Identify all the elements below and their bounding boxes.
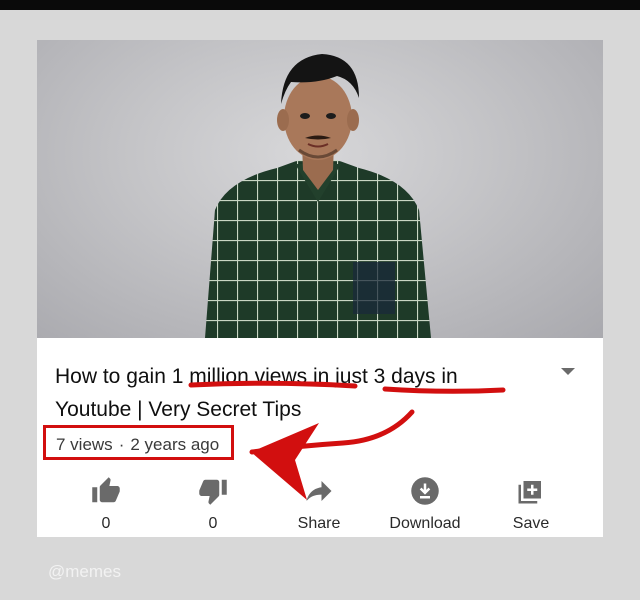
- chevron-down-icon[interactable]: [561, 368, 575, 375]
- thumbs-up-icon: [91, 476, 121, 506]
- like-button[interactable]: 0: [56, 476, 156, 536]
- action-bar: 0 0 Share Download Save: [37, 476, 603, 536]
- download-label: Download: [389, 515, 461, 532]
- top-border: [0, 0, 640, 10]
- download-button[interactable]: Download: [375, 476, 475, 536]
- dislike-button[interactable]: 0: [163, 476, 263, 536]
- download-icon: [410, 476, 440, 506]
- save-button[interactable]: Save: [481, 476, 581, 536]
- share-button[interactable]: Share: [269, 476, 369, 536]
- video-thumbnail[interactable]: [37, 40, 603, 338]
- video-info: How to gain 1 million views in just 3 da…: [37, 338, 603, 537]
- add-to-playlist-icon: [516, 476, 546, 506]
- dislike-count: 0: [208, 515, 218, 532]
- video-title[interactable]: How to gain 1 million views in just 3 da…: [55, 360, 525, 426]
- share-icon: [304, 476, 334, 506]
- save-label: Save: [512, 515, 550, 532]
- title-part-4: just 3 days: [335, 365, 436, 388]
- annotation-highlight-box: [43, 425, 234, 460]
- video-card: How to gain 1 million views in just 3 da…: [37, 40, 603, 537]
- title-part-1: How to gain: [55, 365, 172, 388]
- presenter-image: [205, 54, 431, 338]
- title-part-3: in: [307, 365, 336, 388]
- title-part-2: 1 million views: [171, 365, 308, 388]
- thumbs-down-icon: [198, 476, 228, 506]
- share-label: Share: [297, 515, 341, 532]
- watermark-text: @memes: [48, 562, 121, 581]
- like-count: 0: [101, 515, 111, 532]
